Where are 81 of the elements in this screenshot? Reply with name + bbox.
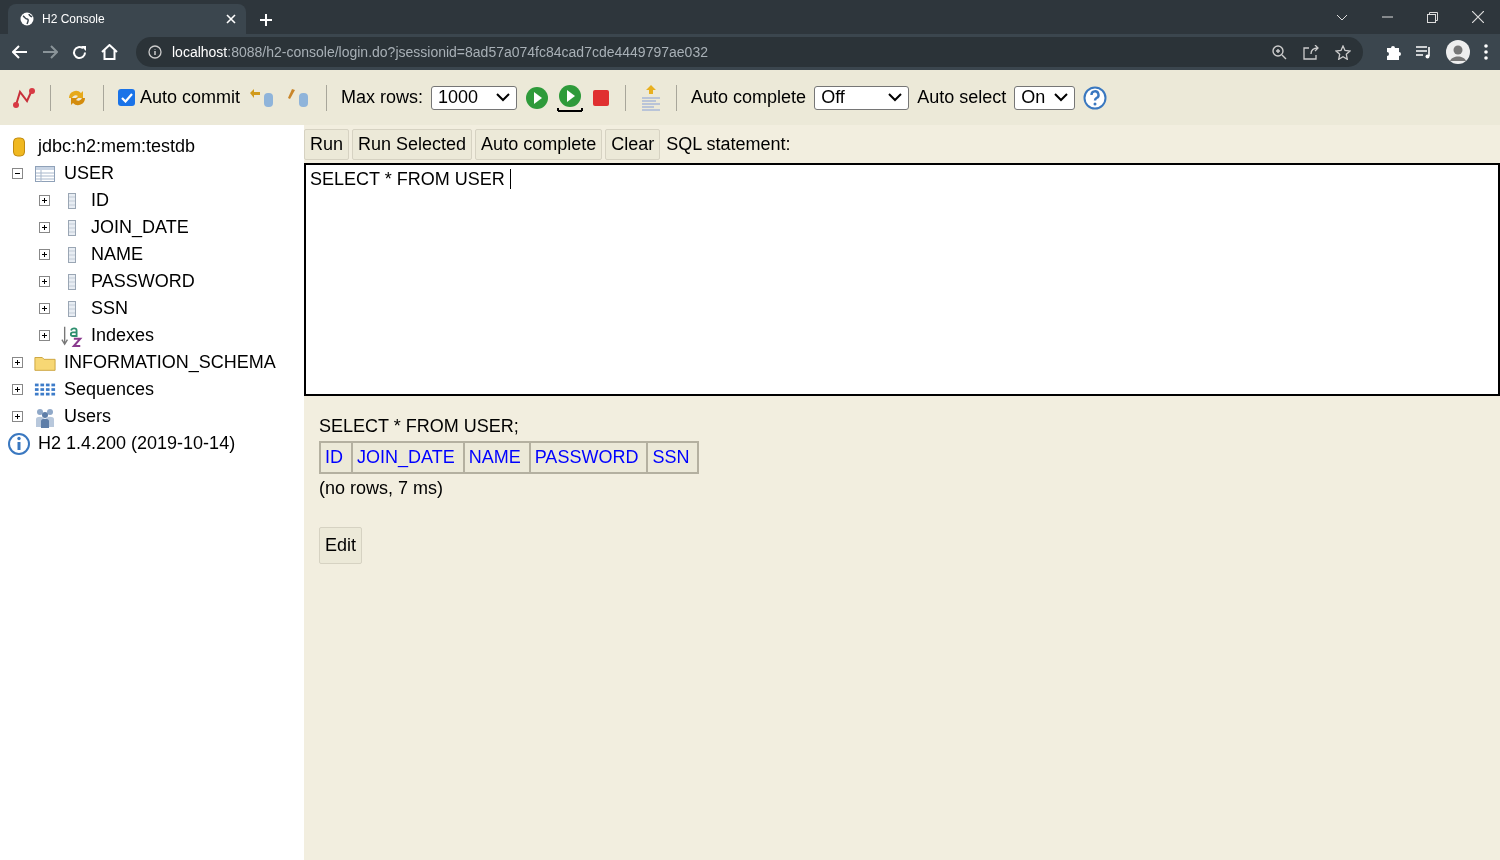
column-icon	[68, 219, 76, 236]
tree-item[interactable]: INFORMATION_SCHEMA	[64, 352, 276, 373]
toolbar-button[interactable]: Auto complete	[475, 129, 603, 160]
column-icon	[68, 246, 76, 263]
share-icon[interactable]	[1303, 44, 1319, 60]
expand-toggle[interactable]	[38, 222, 50, 233]
more-menu-icon[interactable]	[1484, 44, 1488, 60]
column-icon	[68, 300, 76, 317]
tree-item[interactable]: ID	[91, 190, 109, 211]
stop-icon[interactable]	[591, 87, 612, 108]
edit-button[interactable]: Edit	[319, 527, 363, 564]
column-header[interactable]: ID	[320, 442, 352, 473]
browser-tab[interactable]: H2 Console	[8, 4, 246, 34]
help-icon[interactable]	[1083, 85, 1108, 110]
table-icon	[35, 165, 55, 182]
executed-query: SELECT * FROM USER;	[319, 416, 520, 437]
auto-complete-dropdown[interactable]: Off	[814, 85, 910, 110]
expand-toggle[interactable]	[38, 249, 50, 260]
expand-toggle[interactable]	[38, 276, 50, 287]
puzzle-icon[interactable]	[1385, 44, 1401, 60]
max-rows-label: Max rows:	[341, 87, 424, 108]
tree-item[interactable]: USER	[64, 163, 114, 184]
sql-editor[interactable]: SELECT * FROM USER	[304, 163, 1500, 396]
checkbox[interactable]	[118, 89, 135, 106]
checkmark-icon	[120, 92, 133, 103]
tree-item[interactable]: SSN	[91, 298, 128, 319]
media-queue-icon[interactable]	[1415, 45, 1432, 59]
column-icon	[68, 192, 76, 209]
max-rows-dropdown[interactable]: 1000	[431, 85, 518, 110]
column-header[interactable]: PASSWORD	[529, 442, 648, 473]
restore-icon[interactable]	[1427, 11, 1438, 23]
chevron-icon	[888, 93, 903, 102]
chevron-down-icon[interactable]	[1336, 13, 1348, 21]
sql-statement-label: SQL statement:	[666, 134, 791, 155]
column-header[interactable]: SSN	[647, 442, 699, 473]
expand-toggle[interactable]	[11, 411, 23, 422]
auto-select-label: Auto select	[917, 87, 1007, 108]
plus-icon[interactable]	[260, 14, 272, 26]
auto-complete-label: Auto complete	[691, 87, 807, 108]
toolbar-button[interactable]: Run	[304, 129, 350, 160]
tree-item[interactable]: Sequences	[64, 379, 155, 400]
expand-toggle[interactable]	[38, 195, 50, 206]
expand-toggle[interactable]	[11, 357, 23, 368]
home-icon[interactable]	[101, 44, 118, 60]
disconnect-icon[interactable]	[12, 86, 36, 109]
close-icon[interactable]	[1472, 11, 1484, 23]
expand-toggle[interactable]	[38, 330, 50, 341]
tree-item[interactable]: Users	[64, 406, 111, 427]
database-icon	[13, 136, 25, 157]
forward-arrow-icon[interactable]	[42, 45, 58, 59]
back-arrow-icon[interactable]	[12, 45, 28, 59]
version-text: H2 1.4.200 (2019-10-14)	[38, 433, 236, 454]
column-icon	[68, 273, 76, 290]
tree-item[interactable]: PASSWORD	[91, 271, 195, 292]
collapse-toggle[interactable]	[11, 168, 23, 179]
run-selected-icon[interactable]	[557, 83, 584, 112]
auto-commit-checkbox[interactable]: Auto commit	[118, 87, 241, 108]
chevron-icon	[496, 93, 511, 102]
info-icon	[8, 432, 30, 455]
expand-toggle[interactable]	[38, 303, 50, 314]
expand-toggle[interactable]	[11, 384, 23, 395]
chevron-icon	[1054, 93, 1069, 102]
connection-url[interactable]: jdbc:h2:mem:testdb	[38, 136, 196, 157]
tree-item[interactable]: Indexes	[91, 325, 155, 346]
avatar-icon[interactable]	[1446, 40, 1470, 64]
tree-item[interactable]: JOIN_DATE	[91, 217, 189, 238]
column-header[interactable]: NAME	[463, 442, 530, 473]
sequence-grid-icon	[34, 381, 56, 398]
globe-icon	[20, 12, 34, 26]
info-icon	[148, 45, 162, 59]
column-header[interactable]: JOIN_DATE	[352, 442, 464, 473]
toolbar-button[interactable]: Clear	[605, 129, 661, 160]
toolbar-button[interactable]: Run Selected	[352, 129, 473, 160]
zoom-icon[interactable]	[1272, 44, 1287, 60]
star-icon[interactable]	[1335, 44, 1351, 60]
result-status: (no rows, 7 ms)	[319, 478, 445, 499]
play-icon[interactable]	[525, 85, 550, 110]
auto-select-dropdown[interactable]: On	[1014, 85, 1076, 110]
address-bar[interactable]: localhost:8088/h2-console/login.do?jsessionid=8ad57a074fc84cad7cde4449797ae032	[136, 37, 1363, 67]
reload-icon[interactable]	[72, 44, 87, 60]
tree-item[interactable]: NAME	[91, 244, 143, 265]
